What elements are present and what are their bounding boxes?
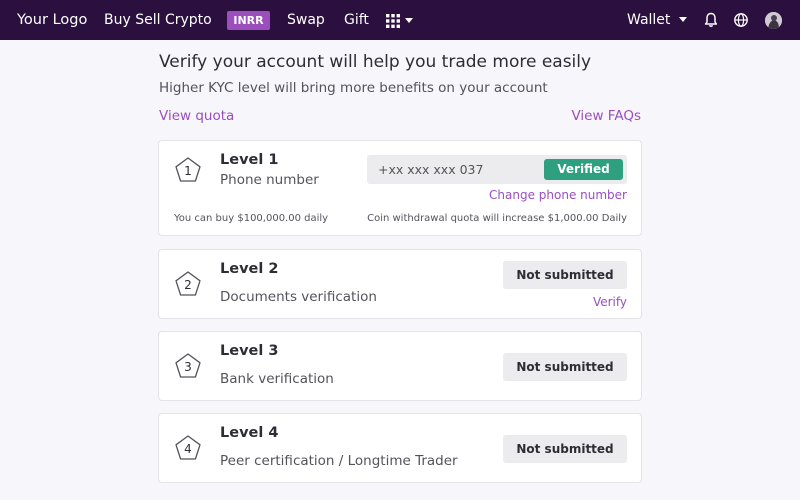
avatar-image [765,12,782,29]
level-badge: 1 [174,156,202,184]
verify-link[interactable]: Verify [593,295,627,309]
verified-badge: Verified [544,159,623,180]
level-title: Level 3 [220,343,279,359]
status-badge: Not submitted [503,435,627,463]
kyc-level-4-card: 4 Level 4 Peer certification / Longtime … [158,413,642,483]
logo[interactable]: Your Logo [17,0,87,40]
view-faqs-link[interactable]: View FAQs [571,108,641,124]
kyc-level-3-card: 3 Level 3 Bank verification Not submitte… [158,331,642,401]
level-number: 1 [184,164,192,178]
apps-grid-icon [386,14,400,28]
avatar[interactable] [765,12,782,29]
kyc-level-1-card: 1 Level 1 Phone number Verified Change p… [158,140,642,236]
level-description: Phone number [220,172,319,188]
apps-menu-button[interactable] [386,14,414,28]
page-title: Verify your account will help you trade … [159,52,592,72]
nav-swap[interactable]: Swap [287,0,325,40]
top-navbar: Your Logo Buy Sell Crypto INRR Swap Gift… [0,0,800,40]
level-badge: 2 [174,270,202,298]
nav-buy-sell-crypto[interactable]: Buy Sell Crypto [104,0,212,40]
level-title: Level 2 [220,261,279,277]
level-number: 3 [184,360,192,374]
level-description: Documents verification [220,289,377,305]
level-description: Bank verification [220,371,334,387]
buy-quota-text: You can buy $100,000.00 daily [174,213,329,224]
view-quota-link[interactable]: View quota [159,108,234,124]
chevron-down-icon[interactable] [679,17,687,22]
wallet-menu[interactable]: Wallet [627,0,670,40]
chevron-down-icon [405,18,413,23]
level-number: 4 [184,442,192,456]
page-subtitle: Higher KYC level will bring more benefit… [159,80,548,96]
level-badge: 3 [174,352,202,380]
level-badge: 4 [174,434,202,462]
level-description: Peer certification / Longtime Trader [220,453,458,469]
phone-input[interactable] [367,155,537,184]
kyc-level-2-card: 2 Level 2 Documents verification Not sub… [158,249,642,319]
status-badge: Not submitted [503,261,627,289]
nav-gift[interactable]: Gift [344,0,369,40]
level-number: 2 [184,278,192,292]
globe-icon[interactable] [733,12,749,28]
bell-icon[interactable] [703,12,719,28]
phone-field: Verified [367,155,627,184]
withdraw-quota-text: Coin withdrawal quota will increase $1,0… [367,213,627,224]
level-title: Level 1 [220,152,279,168]
currency-badge[interactable]: INRR [227,11,270,30]
level-title: Level 4 [220,425,279,441]
status-badge: Not submitted [503,353,627,381]
change-phone-link[interactable]: Change phone number [489,188,627,202]
